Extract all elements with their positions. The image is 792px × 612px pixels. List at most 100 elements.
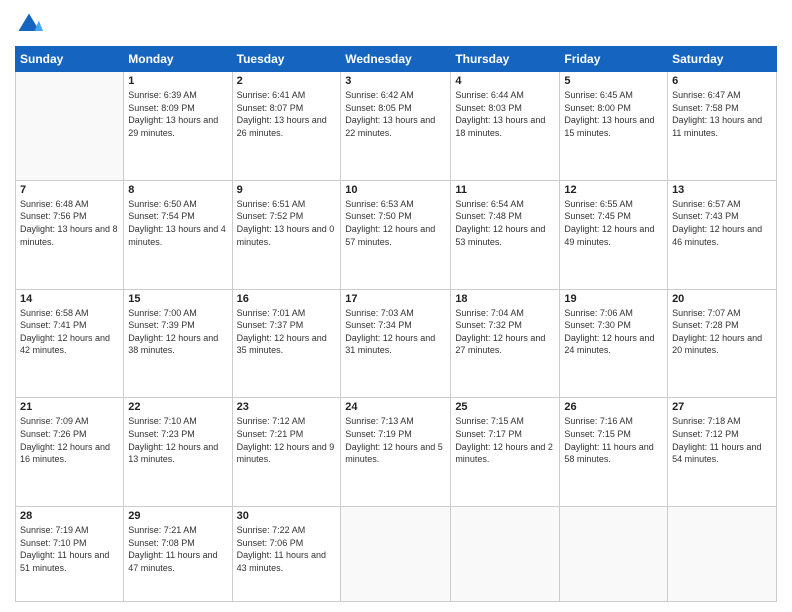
day-info: Sunrise: 7:09 AMSunset: 7:26 PMDaylight:…: [20, 415, 119, 465]
weekday-sunday: Sunday: [16, 47, 124, 72]
day-info: Sunrise: 6:57 AMSunset: 7:43 PMDaylight:…: [672, 198, 772, 248]
day-info: Sunrise: 7:13 AMSunset: 7:19 PMDaylight:…: [345, 415, 446, 465]
day-info: Sunrise: 6:41 AMSunset: 8:07 PMDaylight:…: [237, 89, 337, 139]
day-number: 5: [564, 75, 663, 87]
calendar-cell: 15 Sunrise: 7:00 AMSunset: 7:39 PMDayligh…: [124, 289, 232, 398]
day-info: Sunrise: 7:10 AMSunset: 7:23 PMDaylight:…: [128, 415, 227, 465]
day-number: 15: [128, 293, 227, 305]
calendar-week-2: 7Sunrise: 6:48 AMSunset: 7:56 PMDaylight…: [16, 180, 777, 289]
weekday-thursday: Thursday: [451, 47, 560, 72]
calendar-cell: 1Sunrise: 6:39 AMSunset: 8:09 PMDaylight…: [124, 72, 232, 181]
calendar-cell: 5 Sunrise: 6:45 AMSunset: 8:00 PMDaylight…: [560, 72, 668, 181]
day-number: 18: [455, 293, 555, 305]
calendar-cell: 11 Sunrise: 6:54 AMSunset: 7:48 PMDayligh…: [451, 180, 560, 289]
day-info: Sunrise: 7:22 AMSunset: 7:06 PMDaylight:…: [237, 524, 337, 574]
calendar-cell: 13 Sunrise: 6:57 AMSunset: 7:43 PMDayligh…: [668, 180, 777, 289]
day-number: 8: [128, 184, 227, 196]
day-number: 23: [237, 401, 337, 413]
calendar-body: 1Sunrise: 6:39 AMSunset: 8:09 PMDaylight…: [16, 72, 777, 602]
day-number: 22: [128, 401, 227, 413]
day-info: Sunrise: 7:12 AMSunset: 7:21 PMDaylight:…: [237, 415, 337, 465]
calendar-cell: 12 Sunrise: 6:55 AMSunset: 7:45 PMDayligh…: [560, 180, 668, 289]
calendar-week-3: 14Sunrise: 6:58 AMSunset: 7:41 PMDayligh…: [16, 289, 777, 398]
calendar-cell: 29 Sunrise: 7:21 AMSunset: 7:08 PMDayligh…: [124, 507, 232, 602]
day-info: Sunrise: 7:07 AMSunset: 7:28 PMDaylight:…: [672, 307, 772, 357]
day-info: Sunrise: 7:04 AMSunset: 7:32 PMDaylight:…: [455, 307, 555, 357]
calendar-cell: 28 Sunrise: 7:19 AMSunset: 7:10 PMDayligh…: [16, 507, 124, 602]
day-number: 11: [455, 184, 555, 196]
day-info: Sunrise: 7:21 AMSunset: 7:08 PMDaylight:…: [128, 524, 227, 574]
day-info: Sunrise: 6:55 AMSunset: 7:45 PMDaylight:…: [564, 198, 663, 248]
day-number: 4: [455, 75, 555, 87]
day-info: Sunrise: 7:00 AMSunset: 7:39 PMDaylight:…: [128, 307, 227, 357]
calendar-cell: 10 Sunrise: 6:53 AMSunset: 7:50 PMDayligh…: [341, 180, 451, 289]
calendar-cell: 21 Sunrise: 7:09 AMSunset: 7:26 PMDayligh…: [16, 398, 124, 507]
day-info: Sunrise: 6:44 AMSunset: 8:03 PMDaylight:…: [455, 89, 555, 139]
day-number: 24: [345, 401, 446, 413]
day-number: 20: [672, 293, 772, 305]
calendar-cell: 9 Sunrise: 6:51 AMSunset: 7:52 PMDaylight…: [232, 180, 341, 289]
day-info: Sunrise: 6:51 AMSunset: 7:52 PMDaylight:…: [237, 198, 337, 248]
day-info: Sunrise: 6:42 AMSunset: 8:05 PMDaylight:…: [345, 89, 446, 139]
header: [15, 10, 777, 38]
day-number: 26: [564, 401, 663, 413]
calendar-table: SundayMondayTuesdayWednesdayThursdayFrid…: [15, 46, 777, 602]
calendar-cell: 14Sunrise: 6:58 AMSunset: 7:41 PMDayligh…: [16, 289, 124, 398]
calendar-cell: [668, 507, 777, 602]
calendar-cell: 6 Sunrise: 6:47 AMSunset: 7:58 PMDaylight…: [668, 72, 777, 181]
day-info: Sunrise: 6:48 AMSunset: 7:56 PMDaylight:…: [20, 198, 119, 248]
calendar-cell: [451, 507, 560, 602]
calendar-cell: 2 Sunrise: 6:41 AMSunset: 8:07 PMDaylight…: [232, 72, 341, 181]
calendar-cell: 26 Sunrise: 7:16 AMSunset: 7:15 PMDayligh…: [560, 398, 668, 507]
calendar-cell: 4 Sunrise: 6:44 AMSunset: 8:03 PMDaylight…: [451, 72, 560, 181]
day-info: Sunrise: 7:01 AMSunset: 7:37 PMDaylight:…: [237, 307, 337, 357]
logo-icon: [15, 10, 43, 38]
day-info: Sunrise: 6:54 AMSunset: 7:48 PMDaylight:…: [455, 198, 555, 248]
day-number: 14: [20, 293, 119, 305]
calendar-week-5: 28 Sunrise: 7:19 AMSunset: 7:10 PMDayligh…: [16, 507, 777, 602]
day-info: Sunrise: 6:50 AMSunset: 7:54 PMDaylight:…: [128, 198, 227, 248]
day-number: 17: [345, 293, 446, 305]
calendar-cell: 19Sunrise: 7:06 AMSunset: 7:30 PMDayligh…: [560, 289, 668, 398]
day-info: Sunrise: 6:53 AMSunset: 7:50 PMDaylight:…: [345, 198, 446, 248]
day-number: 2: [237, 75, 337, 87]
day-info: Sunrise: 7:18 AMSunset: 7:12 PMDaylight:…: [672, 415, 772, 465]
calendar-cell: 16Sunrise: 7:01 AMSunset: 7:37 PMDayligh…: [232, 289, 341, 398]
day-number: 6: [672, 75, 772, 87]
calendar-cell: 30Sunrise: 7:22 AMSunset: 7:06 PMDayligh…: [232, 507, 341, 602]
weekday-tuesday: Tuesday: [232, 47, 341, 72]
day-info: Sunrise: 6:45 AMSunset: 8:00 PMDaylight:…: [564, 89, 663, 139]
calendar-cell: 25 Sunrise: 7:15 AMSunset: 7:17 PMDayligh…: [451, 398, 560, 507]
weekday-monday: Monday: [124, 47, 232, 72]
calendar-cell: 23 Sunrise: 7:12 AMSunset: 7:21 PMDayligh…: [232, 398, 341, 507]
weekday-wednesday: Wednesday: [341, 47, 451, 72]
calendar-cell: [560, 507, 668, 602]
page: SundayMondayTuesdayWednesdayThursdayFrid…: [0, 0, 792, 612]
day-number: 12: [564, 184, 663, 196]
calendar-cell: 22 Sunrise: 7:10 AMSunset: 7:23 PMDayligh…: [124, 398, 232, 507]
calendar-cell: 3 Sunrise: 6:42 AMSunset: 8:05 PMDaylight…: [341, 72, 451, 181]
calendar-week-4: 21 Sunrise: 7:09 AMSunset: 7:26 PMDayligh…: [16, 398, 777, 507]
day-number: 9: [237, 184, 337, 196]
day-number: 13: [672, 184, 772, 196]
day-number: 25: [455, 401, 555, 413]
day-number: 3: [345, 75, 446, 87]
day-number: 29: [128, 510, 227, 522]
day-number: 10: [345, 184, 446, 196]
calendar-cell: 17Sunrise: 7:03 AMSunset: 7:34 PMDayligh…: [341, 289, 451, 398]
day-number: 28: [20, 510, 119, 522]
weekday-friday: Friday: [560, 47, 668, 72]
day-info: Sunrise: 7:06 AMSunset: 7:30 PMDaylight:…: [564, 307, 663, 357]
day-number: 21: [20, 401, 119, 413]
calendar-cell: [341, 507, 451, 602]
calendar-cell: 24 Sunrise: 7:13 AMSunset: 7:19 PMDayligh…: [341, 398, 451, 507]
day-info: Sunrise: 6:39 AMSunset: 8:09 PMDaylight:…: [128, 89, 227, 139]
calendar-cell: [16, 72, 124, 181]
calendar-week-1: 1Sunrise: 6:39 AMSunset: 8:09 PMDaylight…: [16, 72, 777, 181]
day-info: Sunrise: 6:47 AMSunset: 7:58 PMDaylight:…: [672, 89, 772, 139]
calendar-cell: 27Sunrise: 7:18 AMSunset: 7:12 PMDayligh…: [668, 398, 777, 507]
day-info: Sunrise: 7:15 AMSunset: 7:17 PMDaylight:…: [455, 415, 555, 465]
day-info: Sunrise: 7:16 AMSunset: 7:15 PMDaylight:…: [564, 415, 663, 465]
day-info: Sunrise: 7:19 AMSunset: 7:10 PMDaylight:…: [20, 524, 119, 574]
calendar-cell: 18 Sunrise: 7:04 AMSunset: 7:32 PMDayligh…: [451, 289, 560, 398]
